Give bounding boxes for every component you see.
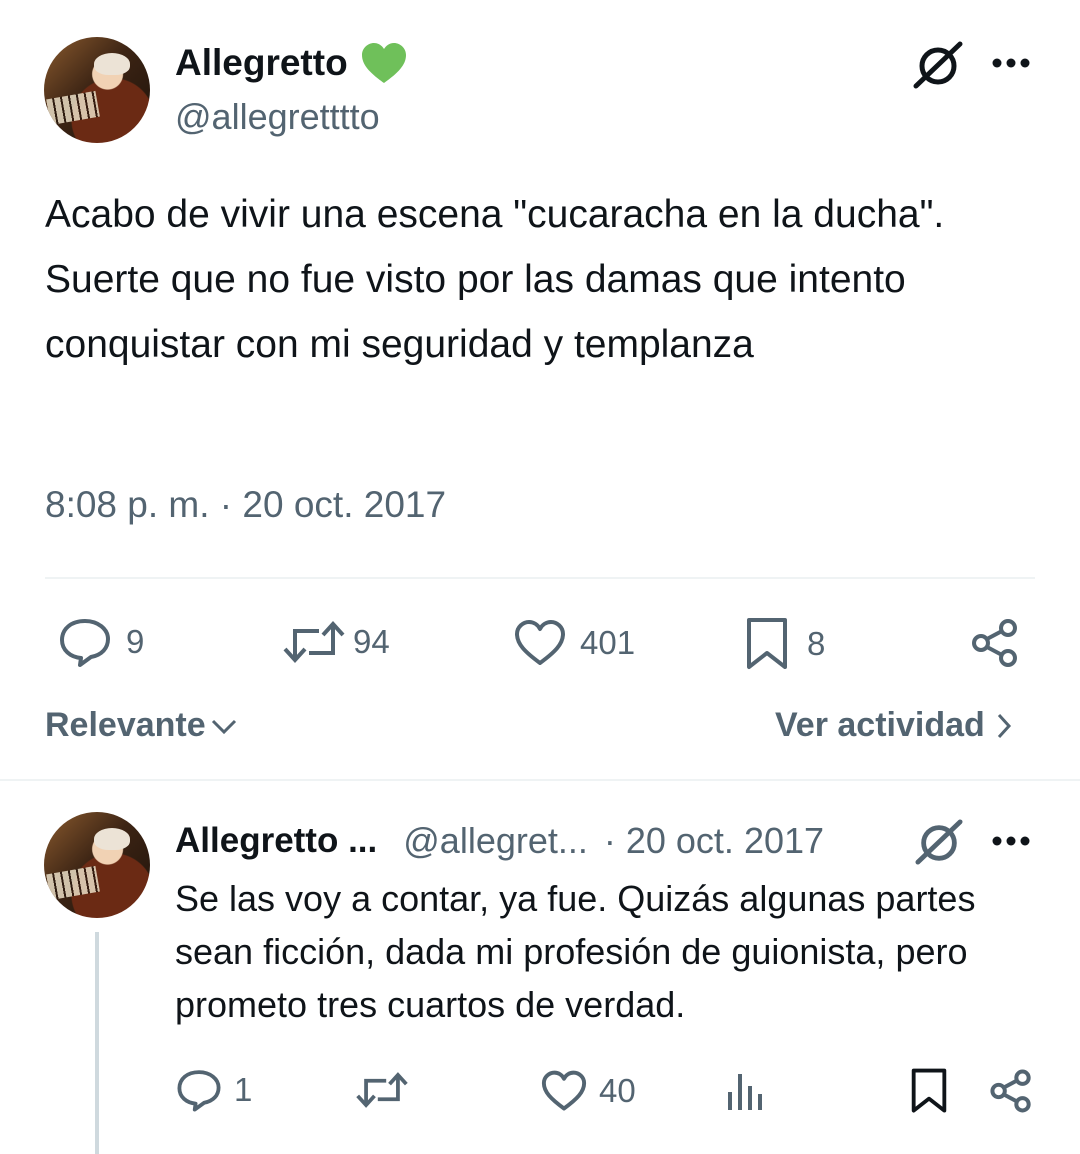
share-icon[interactable] (969, 617, 1021, 669)
retweet-button[interactable]: 94 (283, 619, 390, 665)
reply-more-options-icon[interactable] (990, 834, 1032, 848)
green-heart-icon (360, 41, 408, 85)
reply-header: Allegretto ... @allegret... · 20 oct. 20… (175, 818, 824, 864)
author-handle[interactable]: @allegretttto (175, 96, 380, 138)
avatar[interactable] (44, 37, 150, 143)
avatar-piano-detail (46, 865, 100, 901)
reply-icon (58, 617, 112, 667)
reply-date[interactable]: · 20 oct. 2017 (604, 820, 824, 862)
reply-author-name[interactable]: Allegretto ... (175, 821, 377, 861)
bookmark-count: 8 (807, 625, 826, 662)
like-count: 401 (580, 624, 636, 661)
reply-reply-count: 1 (234, 1071, 253, 1108)
bookmark-icon (745, 617, 789, 671)
avatar-piano-detail (46, 90, 100, 126)
like-button[interactable]: 401 (514, 619, 635, 667)
reply-grok-icon[interactable] (914, 818, 964, 866)
reply-bookmark-icon[interactable] (910, 1068, 948, 1114)
heart-icon (514, 619, 566, 667)
reply-like-count: 40 (599, 1072, 636, 1109)
tweet-text: Acabo de vivir una escena "cucaracha en … (45, 193, 945, 366)
avatar-wig-detail (94, 53, 130, 75)
retweet-icon (283, 619, 345, 665)
reply-count: 9 (126, 623, 145, 660)
sort-label: Relevante (45, 706, 206, 744)
reply-author-handle[interactable]: @allegret... (403, 820, 588, 862)
divider (45, 577, 1035, 579)
reply-icon (176, 1068, 222, 1112)
bookmark-button[interactable]: 8 (745, 617, 825, 671)
reply-reply-button[interactable]: 1 (176, 1068, 252, 1112)
views-icon[interactable] (726, 1070, 766, 1112)
reply-retweet-button[interactable] (356, 1070, 408, 1110)
thread-line (95, 932, 99, 1154)
reply-text: Se las voy a contar, ya fue. Quizás algu… (175, 878, 976, 1025)
chevron-right-icon (995, 711, 1013, 741)
chevron-down-icon (210, 716, 238, 736)
reply-button[interactable]: 9 (58, 617, 144, 667)
author-name-row: Allegretto (175, 40, 408, 86)
reply-like-button[interactable]: 40 (541, 1070, 636, 1112)
view-activity-label: Ver actividad (775, 706, 985, 744)
grok-icon[interactable] (912, 40, 964, 90)
sort-dropdown[interactable]: Relevante (45, 706, 238, 745)
retweet-count: 94 (353, 623, 390, 660)
more-options-icon[interactable] (990, 56, 1032, 70)
retweet-icon (356, 1070, 408, 1110)
view-activity-link[interactable]: Ver actividad (775, 706, 1013, 745)
reply-avatar[interactable] (44, 812, 150, 918)
heart-icon (541, 1070, 587, 1112)
author-name[interactable]: Allegretto (175, 42, 348, 84)
section-divider (0, 779, 1080, 781)
tweet-timestamp[interactable]: 8:08 p. m. · 20 oct. 2017 (45, 484, 446, 526)
avatar-wig-detail (94, 828, 130, 850)
reply-share-icon[interactable] (988, 1068, 1034, 1114)
